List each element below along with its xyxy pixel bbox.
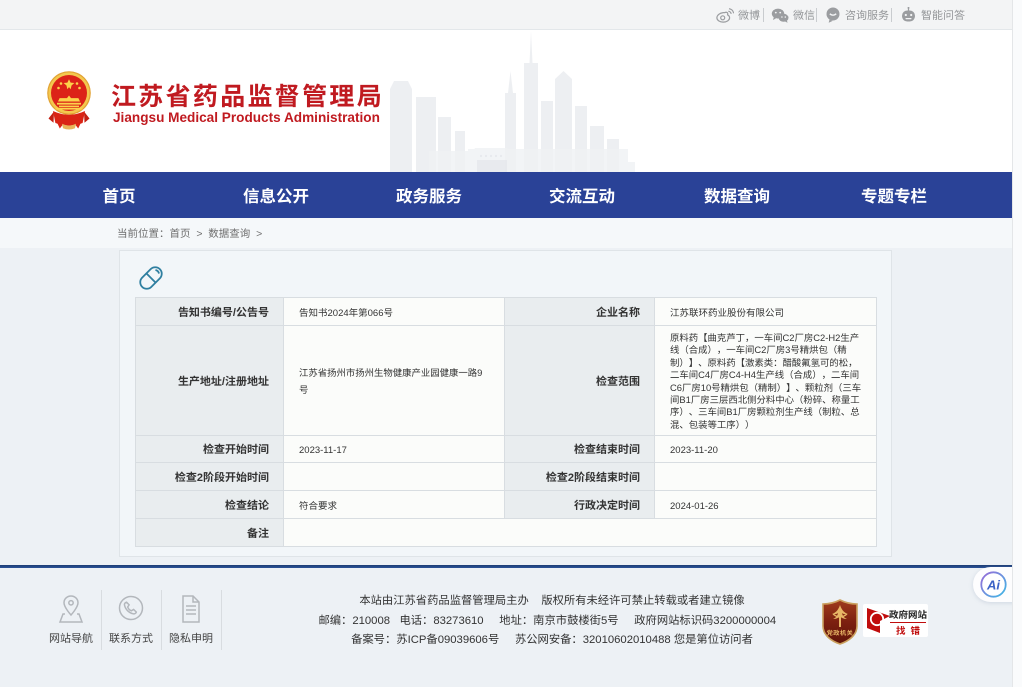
svg-text:Ai: Ai (986, 578, 1000, 593)
svg-text:党政机关: 党政机关 (827, 628, 854, 637)
